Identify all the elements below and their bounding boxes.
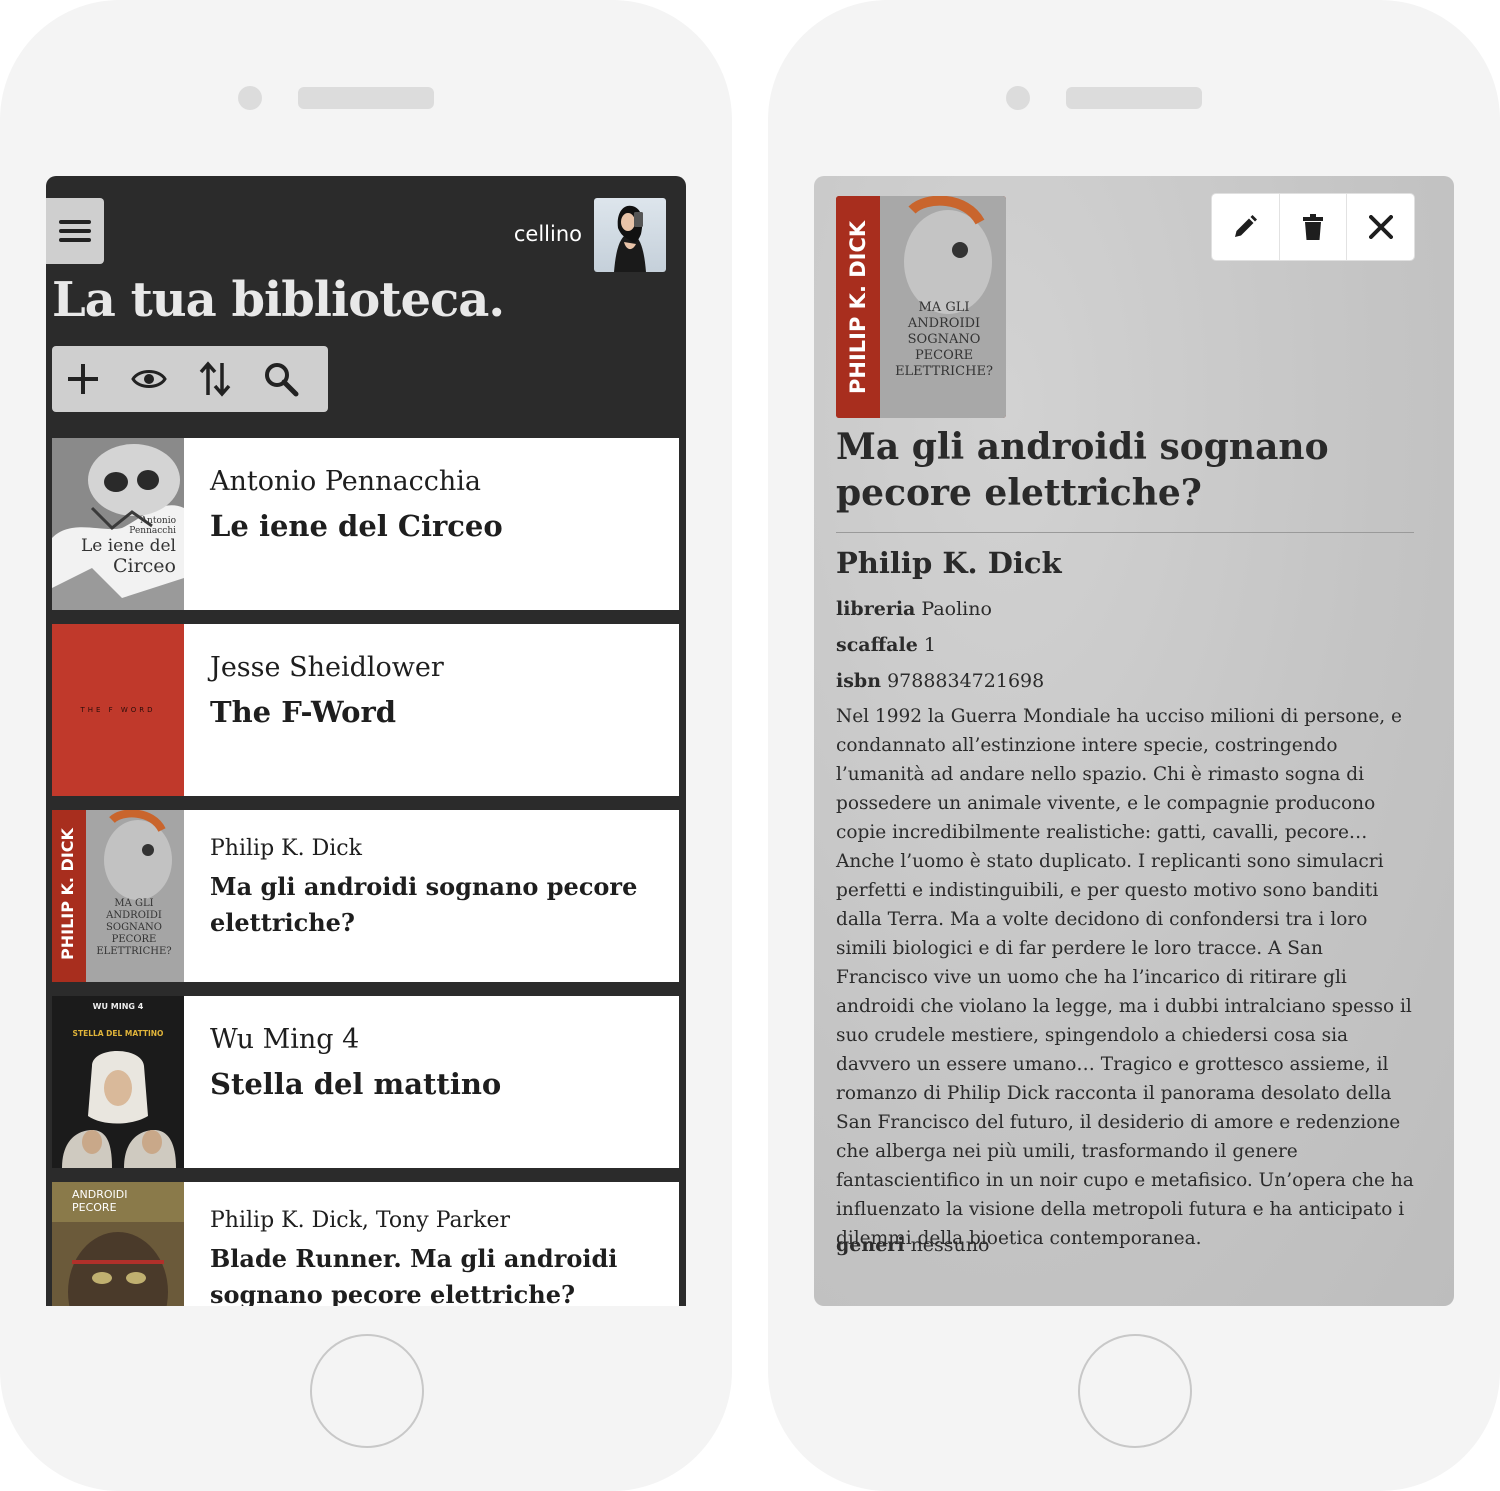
camera-dot bbox=[238, 86, 262, 110]
book-cover: THE F WORD bbox=[52, 624, 184, 796]
cover-text: Circeo bbox=[112, 555, 176, 577]
scaffale-value: 1 bbox=[923, 634, 936, 656]
scaffale-line: scaffale 1 bbox=[836, 634, 936, 656]
book-title: Ma gli androidi sognano pecore elettrich… bbox=[210, 872, 638, 937]
plus-icon bbox=[68, 364, 98, 394]
detail-action-bar bbox=[1212, 194, 1414, 260]
sort-icon bbox=[199, 361, 231, 397]
book-detail-screen: PHILIP K. DICK MA GLI ANDROIDI SOGNANO P… bbox=[814, 176, 1454, 1306]
close-button[interactable] bbox=[1347, 194, 1414, 260]
book-cover: WU MING 4 STELLA DEL MATTINO bbox=[52, 996, 184, 1168]
cover-text: Antonio bbox=[140, 516, 176, 526]
home-button[interactable] bbox=[310, 1334, 424, 1448]
book-author: Wu Ming 4 bbox=[210, 1024, 360, 1055]
divider bbox=[836, 532, 1414, 533]
isbn-line: isbn 9788834721698 bbox=[836, 670, 1044, 692]
book-cover: PHILIP K. DICK MA GLI ANDROIDI SOGNANO P… bbox=[52, 810, 184, 982]
camera-dot bbox=[1006, 86, 1030, 110]
add-book-button[interactable] bbox=[62, 358, 104, 400]
book-info: Wu Ming 4 Stella del mattino bbox=[184, 996, 527, 1168]
view-toggle-button[interactable] bbox=[128, 358, 170, 400]
edit-button[interactable] bbox=[1212, 194, 1280, 260]
book-author: Jesse Sheidlower bbox=[210, 652, 444, 683]
book-author: Philip K. Dick, Tony Parker bbox=[210, 1208, 511, 1233]
speaker-bar bbox=[1066, 87, 1202, 109]
book-card[interactable]: WU MING 4 STELLA DEL MATTINO Wu Ming 4 S… bbox=[52, 996, 679, 1168]
book-cover: PHILIP K. DICK MA GLI ANDROIDI SOGNANO P… bbox=[836, 196, 1006, 418]
username-label[interactable]: cellino bbox=[514, 222, 582, 246]
delete-button[interactable] bbox=[1280, 194, 1348, 260]
eye-icon bbox=[131, 370, 167, 388]
page-title: La tua biblioteca. bbox=[52, 272, 505, 328]
cover-text: PHILIP K. DICK bbox=[58, 828, 77, 960]
trash-icon bbox=[1303, 214, 1323, 240]
book-card[interactable]: Antonio Pennacchi Le iene del Circeo Ant… bbox=[52, 438, 679, 610]
book-info: Antonio Pennacchia Le iene del Circeo bbox=[184, 438, 529, 610]
right-phone-frame: PHILIP K. DICK MA GLI ANDROIDI SOGNANO P… bbox=[768, 0, 1500, 1491]
cover-text: ANDROIDI bbox=[907, 316, 981, 331]
book-info: Jesse Sheidlower The F-Word bbox=[184, 624, 470, 796]
generi-value: nessuno bbox=[910, 1234, 990, 1256]
menu-button[interactable] bbox=[46, 198, 104, 264]
search-button[interactable] bbox=[260, 358, 302, 400]
pencil-icon bbox=[1235, 215, 1258, 237]
cover-text: MA GLI bbox=[114, 898, 154, 909]
libreria-label: libreria bbox=[836, 598, 916, 620]
cover-text: SOGNANO bbox=[106, 922, 162, 933]
cover-text: PECORE bbox=[72, 1201, 117, 1214]
isbn-label: isbn bbox=[836, 670, 882, 692]
book-detail-author: Philip K. Dick bbox=[836, 546, 1062, 580]
book-card[interactable]: THE F WORD Jesse Sheidlower The F-Word bbox=[52, 624, 679, 796]
cover-text: PECORE bbox=[111, 934, 157, 945]
cover-text: Pennacchi bbox=[129, 526, 176, 536]
book-title: Blade Runner. Ma gli androidi sognano pe… bbox=[210, 1244, 618, 1306]
book-cover: Antonio Pennacchi Le iene del Circeo bbox=[52, 438, 184, 610]
book-card[interactable]: ANDROIDI PECORE Philip K. Dick, Tony Par… bbox=[52, 1182, 679, 1306]
hamburger-icon bbox=[59, 220, 91, 242]
scaffale-label: scaffale bbox=[836, 634, 918, 656]
library-toolbar bbox=[52, 346, 328, 412]
book-list: Antonio Pennacchi Le iene del Circeo Ant… bbox=[52, 438, 679, 1306]
book-description: Nel 1992 la Guerra Mondiale ha ucciso mi… bbox=[836, 706, 1414, 1249]
cover-text: MA GLI bbox=[918, 300, 970, 315]
book-title: The F-Word bbox=[210, 695, 397, 729]
libreria-line: libreria Paolino bbox=[836, 598, 992, 620]
book-info: Philip K. Dick, Tony Parker Blade Runner… bbox=[184, 1182, 679, 1306]
library-screen: cellino La tua biblioteca. Antonio Penna… bbox=[46, 176, 686, 1306]
book-title: Le iene del Circeo bbox=[210, 509, 503, 543]
generi-line: generi nessuno bbox=[836, 1234, 989, 1256]
cover-text: ANDROIDI bbox=[106, 910, 162, 921]
search-icon bbox=[265, 363, 299, 397]
isbn-value: 9788834721698 bbox=[887, 670, 1045, 692]
cover-text: THE F WORD bbox=[80, 706, 156, 714]
book-info: Philip K. Dick Ma gli androidi sognano p… bbox=[184, 810, 679, 982]
cover-text: ELETTRICHE? bbox=[895, 364, 993, 379]
book-cover: ANDROIDI PECORE bbox=[52, 1182, 184, 1306]
libreria-value: Paolino bbox=[921, 598, 992, 620]
home-button[interactable] bbox=[1078, 1334, 1192, 1448]
book-detail-title: Ma gli androidi sognano pecore elettrich… bbox=[836, 426, 1329, 514]
book-title: Stella del mattino bbox=[210, 1067, 502, 1101]
cover-text: ANDROIDI bbox=[72, 1188, 128, 1201]
cover-text: PHILIP K. DICK bbox=[846, 220, 870, 394]
book-author: Philip K. Dick bbox=[210, 836, 362, 861]
cover-text: ELETTRICHE? bbox=[96, 946, 172, 957]
cover-text: SOGNANO bbox=[907, 332, 981, 347]
speaker-bar bbox=[298, 87, 434, 109]
close-icon bbox=[1368, 215, 1393, 239]
cover-text: PECORE bbox=[914, 348, 974, 363]
cover-text: Le iene del bbox=[80, 536, 176, 556]
book-card[interactable]: PHILIP K. DICK MA GLI ANDROIDI SOGNANO P… bbox=[52, 810, 679, 982]
book-author: Antonio Pennacchia bbox=[210, 466, 482, 497]
avatar[interactable] bbox=[594, 198, 666, 272]
sort-button[interactable] bbox=[194, 358, 236, 400]
generi-label: generi bbox=[836, 1234, 905, 1256]
left-phone-frame: cellino La tua biblioteca. Antonio Penna… bbox=[0, 0, 732, 1491]
